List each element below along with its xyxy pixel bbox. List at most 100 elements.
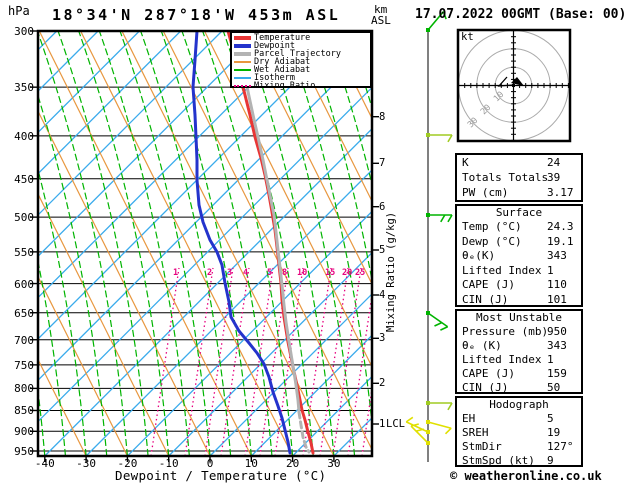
- km-tick-label: 7: [379, 157, 386, 170]
- pressure-tick-label: 850: [14, 404, 34, 418]
- table-row-label: θₑ (K): [462, 339, 502, 352]
- table-row-label: Dewp (°C): [462, 234, 522, 248]
- table-row-value: 1: [547, 263, 554, 277]
- km-tick-label: 6: [379, 200, 386, 213]
- mixing-ratio-label: 25: [355, 268, 366, 278]
- table-row-value: 19.1: [547, 234, 574, 248]
- table-row: Temp (°C) 24.3: [457, 220, 581, 235]
- asl-unit-label: ASL: [371, 14, 391, 27]
- table-row-value: 24.3: [547, 220, 574, 233]
- mixing-ratio-label: 20: [342, 268, 353, 278]
- stats-table-indices: K 24 Totals Totals 39 PW (cm) 3.17: [455, 153, 583, 202]
- table-row: CAPE (J) 110: [457, 278, 581, 293]
- pressure-tick-label: 650: [14, 306, 34, 320]
- table-row: Lifted Index 1: [457, 264, 581, 279]
- table-row: K 24: [457, 155, 581, 170]
- table-row-label: Totals Totals: [462, 171, 549, 184]
- legend: Temperature Dewpoint Parcel Trajectory Dry …: [230, 31, 372, 90]
- wind-barb: [426, 213, 453, 223]
- table-row: CIN (J) 50: [457, 381, 581, 395]
- temp-tick-label: -40: [34, 457, 55, 470]
- pressure-tick-label: 700: [14, 333, 34, 347]
- km-tick-label: 5: [379, 244, 386, 256]
- legend-label: Mixing Ratio: [254, 81, 316, 91]
- table-row-label: StmSpd (kt): [462, 454, 535, 467]
- mixing-ratio-label: 15: [325, 268, 336, 278]
- hodograph-unit-label: kt: [461, 31, 474, 43]
- stats-table-hodograph: Hodograph EH 5 SREH 19 StmDir 127° StmSpd (kt) 9: [455, 396, 583, 467]
- legend-item: Wet Adiabat: [232, 66, 370, 74]
- pressure-tick-label: 900: [14, 425, 34, 439]
- skewt-chart-page: 18°34'N 287°18'W 453m ASL hPa km ASL 17.…: [0, 0, 629, 486]
- table-row: StmSpd (kt) 9: [457, 454, 581, 468]
- table-row-value: 343: [547, 339, 567, 352]
- pressure-tick-label: 350: [14, 81, 34, 95]
- table-row-label: StmDir: [462, 440, 502, 453]
- wind-barb: [426, 133, 453, 143]
- pressure-unit-label: hPa: [8, 4, 30, 18]
- table-row-value: 19: [547, 426, 561, 439]
- table-header: Most Unstable: [475, 311, 563, 324]
- pressure-tick-label: 500: [14, 211, 34, 225]
- wind-barb: [410, 423, 430, 445]
- table-row-label: Lifted Index: [462, 263, 542, 277]
- table-row: StmDir 127°: [457, 440, 581, 454]
- mixing-ratio-label: 4: [243, 268, 249, 278]
- km-tick-label: 3: [379, 332, 386, 345]
- legend-swatch: [234, 61, 251, 63]
- table-row-value: 9: [547, 454, 554, 467]
- pressure-tick-label: 450: [14, 172, 34, 186]
- x-axis-title: Dewpoint / Temperature (°C): [115, 468, 327, 483]
- table-row-label: EH: [462, 412, 476, 425]
- table-row-label: Lifted Index: [462, 353, 542, 366]
- mixing-ratio-label: 8: [282, 268, 288, 278]
- wind-barb: [426, 311, 449, 331]
- table-row-label: SREH: [462, 426, 489, 439]
- mixing-ratio-label: 1: [173, 268, 179, 278]
- stats-table-most-unstable: Most Unstable Pressure (mb) 950 θₑ (K) 343 Li…: [455, 309, 583, 394]
- table-row-value: 101: [547, 292, 567, 306]
- table-row: Dewp (°C) 19.1: [457, 235, 581, 250]
- temp-tick-label: -20: [117, 457, 138, 470]
- legend-item: Temperature: [232, 34, 370, 42]
- valid-datetime: 17.07.2022 00GMT (Base: 00): [415, 7, 627, 22]
- temp-tick-label: 0: [206, 457, 214, 470]
- km-tick-label: 8: [379, 110, 386, 123]
- table-row-value: 24: [547, 156, 561, 169]
- table-row-label: Pressure (mb): [462, 325, 549, 338]
- temp-tick-label: -30: [76, 457, 97, 470]
- table-row: CAPE (J) 159: [457, 367, 581, 381]
- table-header: Hodograph: [489, 398, 549, 411]
- table-row-label: CAPE (J): [462, 278, 515, 291]
- table-row-value: 159: [547, 367, 567, 380]
- table-row: Totals Totals 39: [457, 170, 581, 185]
- wind-barb: [405, 416, 430, 434]
- table-row-label: CAPE (J): [462, 367, 515, 380]
- temp-tick-label: 10: [244, 457, 258, 470]
- table-row: θₑ(K) 343: [457, 249, 581, 264]
- legend-swatch: [234, 36, 251, 40]
- station-title: 18°34'N 287°18'W 453m ASL: [52, 6, 341, 24]
- wind-barb: [426, 401, 453, 411]
- legend-item: Mixing Ratio: [232, 82, 370, 90]
- table-row-value: 950: [547, 325, 567, 338]
- legend-swatch: [234, 85, 251, 87]
- legend-swatch: [234, 44, 251, 48]
- table-row: θₑ (K) 343: [457, 339, 581, 353]
- table-row-label: θₑ(K): [462, 249, 496, 262]
- table-row-label: K: [462, 156, 469, 169]
- table-row-label: Temp (°C): [462, 220, 522, 233]
- credit-footer: © weatheronline.co.uk: [450, 469, 602, 483]
- pressure-tick-label: 600: [14, 277, 34, 291]
- table-header: Surface: [495, 206, 543, 219]
- table-row-value: 127°: [547, 440, 574, 453]
- mixing-ratio-label: 3: [227, 268, 233, 278]
- plot-border: [36, 29, 374, 458]
- table-row-value: 50: [547, 381, 561, 394]
- table-row-label: CIN (J): [462, 292, 509, 306]
- mixing-ratio-label: 10: [297, 268, 308, 278]
- table-row-value: 110: [547, 278, 567, 291]
- legend-swatch: [234, 77, 251, 79]
- temp-tick-label: -10: [158, 457, 179, 470]
- legend-swatch: [234, 52, 251, 56]
